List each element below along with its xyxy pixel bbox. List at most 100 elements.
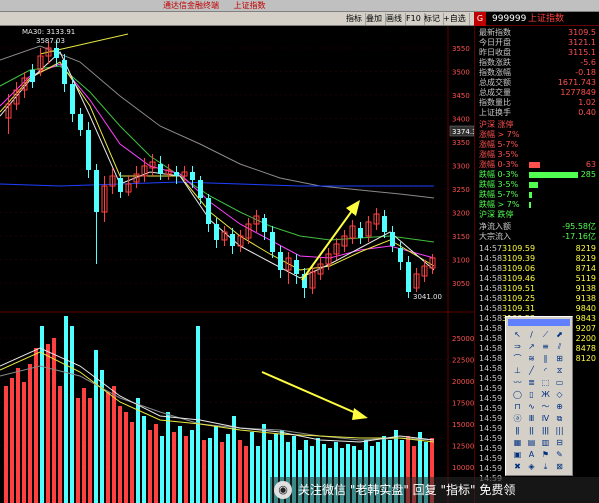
tick-price: 3109.46 <box>502 274 536 283</box>
tick-time: 14:58 <box>479 254 503 263</box>
breadth-value: 285 <box>580 170 596 179</box>
kline-chart[interactable]: 3550 3500 3450 3400 3350 3300 3250 3200 3150 3100… <box>0 26 474 503</box>
drawing-tool-icon[interactable]: 〜 <box>540 401 551 412</box>
quote-stat-row: 最新指数 3109.5 <box>479 28 596 38</box>
breadth-label: 沪深 跌停 <box>479 210 514 219</box>
tick-time: 14:58 <box>479 334 503 343</box>
drawing-tool-icon[interactable]: ⇒ <box>512 341 523 352</box>
drawing-tools-palette[interactable]: ↖ ∕ ⟋ ⬈ ⇒ ↗ ≡ ⫽ ⌒ ≋ ∥ ⊞ ⊥ ╱ ◜ ⧖ 〰 ≣ ⬚ ▭ ◯ ▯ Ж ◇ ⊓ ∿ 〜 ⊕ ⓐ Ⅲ Ⅳ ⧉ ǁ ǀǀ ǀǀǀ ||… <box>505 316 573 476</box>
quote-stat-row: 昨日收盘 3115.1 <box>479 48 596 58</box>
drawing-tool-icon[interactable]: ⊠ <box>554 461 565 472</box>
drawing-tool-icon[interactable]: ⊥ <box>512 365 523 376</box>
drawing-tool-icon[interactable]: ▣ <box>512 449 523 460</box>
drawing-tool-icon[interactable]: ∿ <box>526 401 537 412</box>
palette-title-bar[interactable] <box>508 319 570 326</box>
volume-arrow-head <box>352 408 368 420</box>
drawing-tool-icon[interactable]: ⊟ <box>554 437 565 448</box>
price-tick-label: 3500 <box>452 69 470 77</box>
drawing-tool-icon[interactable]: A <box>526 449 537 460</box>
price-tick-label: 3400 <box>452 116 470 124</box>
tick-time: 14:59 <box>479 404 503 413</box>
drawing-tool-icon[interactable]: ǁ <box>512 425 523 436</box>
drawing-tool-icon[interactable]: ⬈ <box>554 329 565 340</box>
volume-bar-up <box>16 368 20 503</box>
current-price-tag: 3374.3 <box>452 128 474 136</box>
drawing-tool-icon[interactable]: ⟋ <box>540 329 551 340</box>
drawing-tool-icon[interactable]: ⚑ <box>540 449 551 460</box>
quote-stat-value: -0.18 <box>575 68 596 77</box>
candle-down <box>62 60 67 84</box>
volume-bar-up <box>34 348 38 503</box>
quote-stat-label: 指数涨幅 <box>479 68 511 77</box>
drawing-tool-icon[interactable]: ∕ <box>526 329 537 340</box>
tick-time: 14:58 <box>479 294 503 303</box>
candle-down <box>294 260 299 274</box>
drawing-tool-icon[interactable]: Ж <box>540 389 551 400</box>
drawing-tool-icon[interactable]: ∥ <box>540 353 551 364</box>
drawing-tool-icon[interactable]: ↗ <box>526 341 537 352</box>
drawing-tool-icon[interactable]: ◇ <box>554 389 565 400</box>
drawing-tool-icon[interactable]: ✖ <box>512 461 523 472</box>
add-watchlist-button[interactable]: +自选 <box>440 13 470 25</box>
drawing-tool-icon[interactable]: ǀǀǀ <box>540 425 551 436</box>
drawing-tool-icon[interactable]: ╱ <box>526 365 537 376</box>
volume-bar-down <box>178 426 182 503</box>
tick-row: 14:58 3109.51 9138 <box>479 284 596 294</box>
drawing-tool-icon[interactable]: ⫽ <box>554 341 565 352</box>
high-price-label: 3587.03 <box>36 37 65 45</box>
drawing-tool-icon[interactable]: Ⅲ <box>526 413 537 424</box>
drawing-tool-icon[interactable]: ≣ <box>526 377 537 388</box>
candle-down <box>278 252 283 270</box>
breadth-label: 跌幅 0-3% <box>479 170 519 179</box>
drawing-tool-icon[interactable]: ✎ <box>554 449 565 460</box>
drawing-tool-icon[interactable]: ▦ <box>512 437 523 448</box>
drawing-tool-icon[interactable]: ⧖ <box>554 365 565 376</box>
drawing-tool-icon[interactable]: ||| <box>554 425 565 436</box>
chart-area[interactable]: 3550 3500 3450 3400 3350 3300 3250 3200 3150 3100… <box>0 26 474 503</box>
tick-time: 14:59 <box>479 414 503 423</box>
drawing-tool-icon[interactable]: ◯ <box>512 389 523 400</box>
breadth-label: 涨幅 5-7% <box>479 140 519 149</box>
quote-stat-label: 指数涨跌 <box>479 58 511 67</box>
drawing-tool-icon[interactable]: ◜ <box>540 365 551 376</box>
drawing-tool-icon[interactable]: ↖ <box>512 329 523 340</box>
volume-axis: 25000 22500 20000 17500 15000 12500 10000 <box>452 335 474 472</box>
drawing-tool-icon[interactable]: ⓐ <box>512 413 523 424</box>
drawing-tool-icon[interactable]: ▭ <box>554 377 565 388</box>
tick-time: 14:58 <box>479 304 503 313</box>
drawing-tool-icon[interactable]: 〰 <box>512 377 523 388</box>
drawing-tool-icon[interactable]: ◈ <box>526 461 537 472</box>
title-bar: 通达信金融终端 上证指数 <box>0 0 599 12</box>
drawing-tool-icon[interactable]: ▯ <box>526 389 537 400</box>
tick-time: 14:58 <box>479 324 503 333</box>
tick-time: 14:59 <box>479 454 503 463</box>
drawing-tool-icon[interactable]: ⤓ <box>540 461 551 472</box>
price-tick-label: 3250 <box>452 186 470 194</box>
breadth-row: 沪深 跌停 <box>479 210 596 220</box>
ma-line-green <box>0 65 435 243</box>
volume-tick-label: 20000 <box>452 378 474 386</box>
volume-bar-down <box>70 326 74 503</box>
drawing-tool-icon[interactable]: ▥ <box>540 437 551 448</box>
drawing-tool-icon[interactable]: ▤ <box>526 437 537 448</box>
volume-bar-up <box>106 392 110 503</box>
drawing-tool-icon[interactable]: ⊞ <box>554 353 565 364</box>
drawing-tool-icon[interactable]: ≡ <box>540 341 551 352</box>
candle-down <box>70 84 75 114</box>
ma-line-blue <box>0 181 434 187</box>
drawing-tool-icon[interactable]: ǀǀ <box>526 425 537 436</box>
volume-bar-up <box>118 406 122 503</box>
drawing-tool-icon[interactable]: ⊕ <box>554 401 565 412</box>
drawing-tool-icon[interactable]: ⊓ <box>512 401 523 412</box>
quote-stat-label: 上证换手 <box>479 108 511 117</box>
breadth-label: 涨幅 0-3% <box>479 160 519 169</box>
quote-stat-value: 3121.1 <box>568 38 596 47</box>
candle-down <box>262 218 267 232</box>
volume-bar-up <box>88 398 92 503</box>
drawing-tool-icon[interactable]: ⌒ <box>512 353 523 364</box>
tick-volume: 8714 <box>575 264 596 273</box>
drawing-tool-icon[interactable]: ⬚ <box>540 377 551 388</box>
drawing-tool-icon[interactable]: ⧉ <box>554 413 565 424</box>
drawing-tool-icon[interactable]: ≋ <box>526 353 537 364</box>
drawing-tool-icon[interactable]: Ⅳ <box>540 413 551 424</box>
